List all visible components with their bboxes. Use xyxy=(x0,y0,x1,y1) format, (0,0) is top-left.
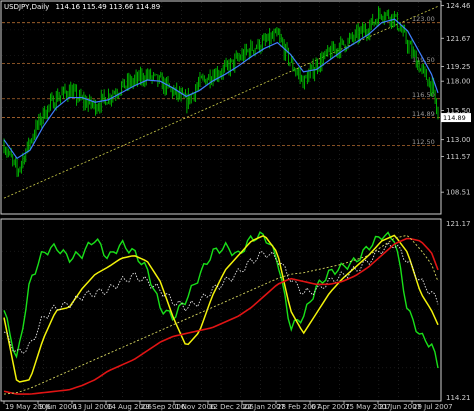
level-label: 116.50 xyxy=(412,91,435,99)
level-label: 112.50 xyxy=(412,138,435,146)
panel-separator[interactable] xyxy=(0,215,474,218)
level-label: 114.89 xyxy=(412,110,435,118)
oscillator-panel[interactable]: 121.17 114.21 xyxy=(0,218,471,402)
y-tick-label: 119.25 xyxy=(446,63,471,71)
price-panel[interactable]: 123.00119.50116.50114.89112.50 124.46121… xyxy=(0,0,471,215)
x-tick-label: 6 Apr 2007 xyxy=(311,403,350,411)
symbol-timeframe: USDJPY,Daily xyxy=(4,3,49,11)
time-axis: 19 May 20069 Jun 200613 Jul 200614 Aug 2… xyxy=(3,401,453,411)
y-tick-label: 124.46 xyxy=(446,2,471,10)
chart-canvas[interactable]: 123.00119.50116.50114.89112.50 124.46121… xyxy=(0,0,474,411)
x-tick-label: 9 Jun 2006 xyxy=(39,403,77,411)
oscillator-y-axis: 121.17 114.21 xyxy=(446,220,471,402)
current-price-label: 114.89 xyxy=(443,114,466,122)
chart-header: USDJPY,Daily 114.16 115.49 113.66 114.89 xyxy=(4,3,160,11)
price-y-axis: 124.46121.67119.25118.00115.50114.89113.… xyxy=(441,2,471,197)
oscillator-top-label: 121.17 xyxy=(446,220,471,228)
y-tick-label: 113.00 xyxy=(446,136,471,144)
oscillator-bottom-label: 114.21 xyxy=(446,394,471,402)
ohlc-readout: 114.16 115.49 113.66 114.89 xyxy=(56,3,161,11)
x-tick-label: 29 Jul 2007 xyxy=(413,403,453,411)
y-tick-label: 108.51 xyxy=(446,189,471,197)
oscillator-panel-frame xyxy=(0,218,442,402)
y-tick-label: 111.57 xyxy=(446,153,471,161)
y-tick-label: 121.67 xyxy=(446,35,471,43)
y-tick-label: 118.00 xyxy=(446,78,471,86)
